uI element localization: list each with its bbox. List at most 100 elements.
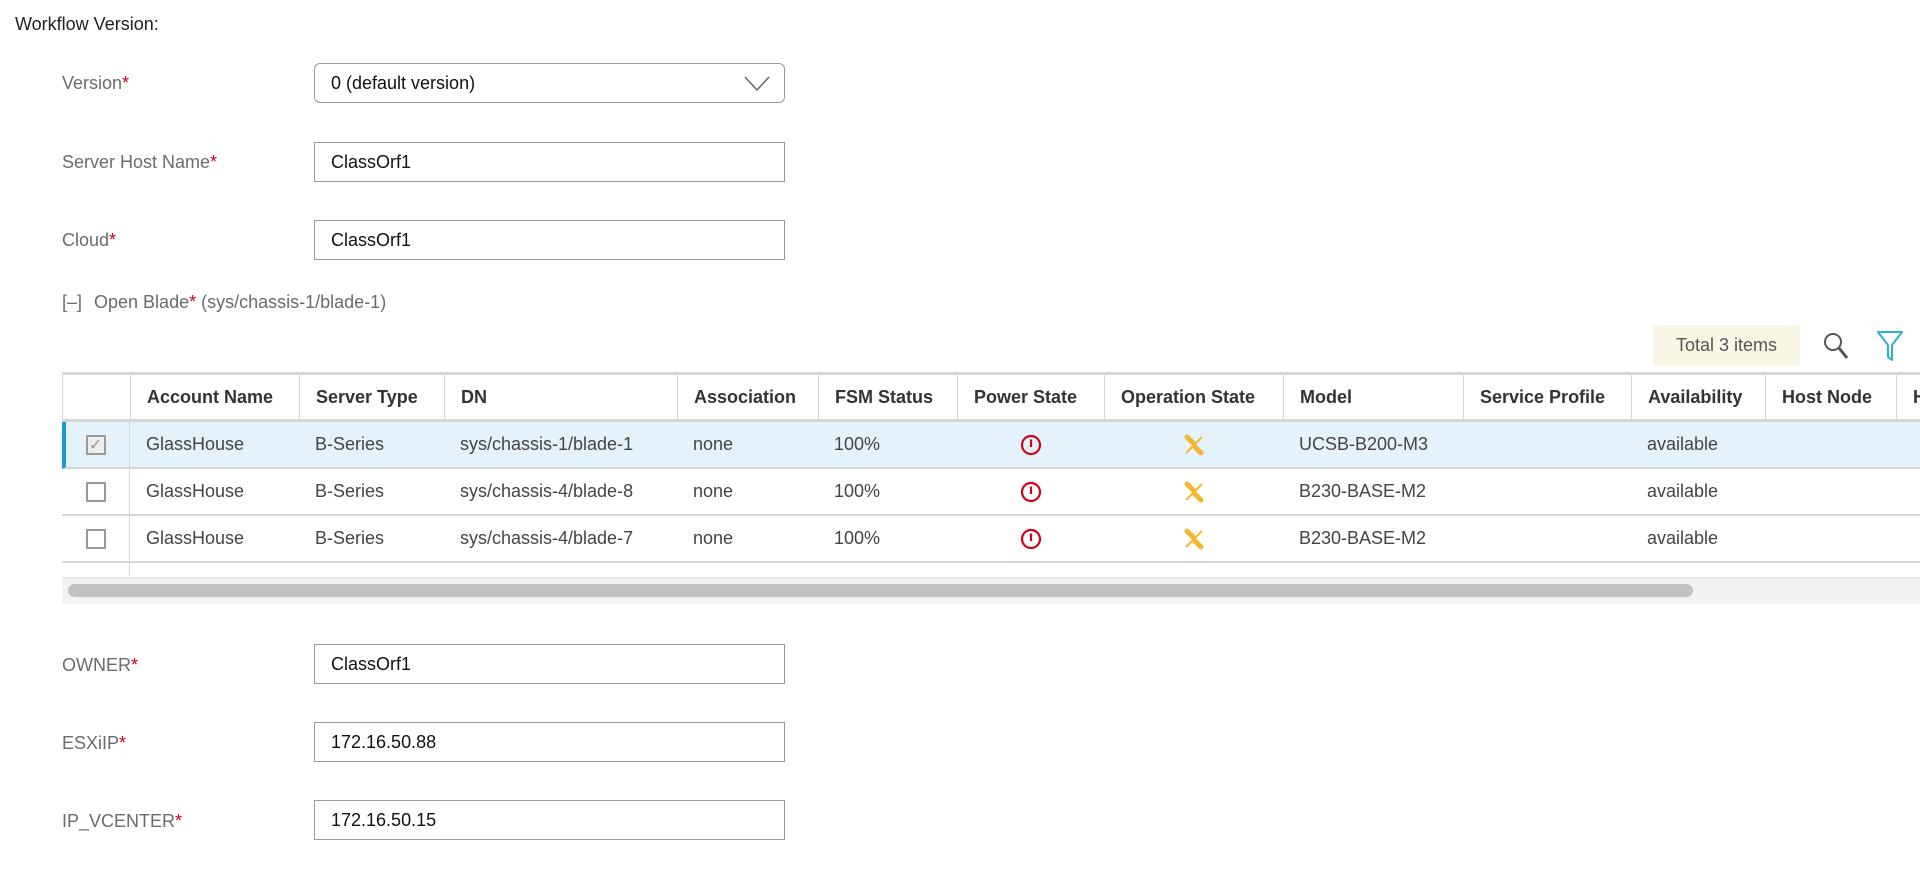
required-mark: * (175, 811, 183, 831)
table-header: Account Name Server Type DN Association FSM … (62, 372, 1920, 422)
label-text: ESXiIP (62, 733, 120, 753)
column-header[interactable]: H (1896, 375, 1920, 419)
ip-vcenter-label: IP_VCENTER* (62, 811, 182, 832)
row-checkbox[interactable]: ✓ (85, 434, 106, 455)
power-off-icon (1020, 481, 1041, 502)
label-text: Open Blade (94, 292, 190, 312)
column-header[interactable]: FSM Status (818, 375, 957, 419)
required-mark: * (210, 152, 218, 172)
esxiip-input[interactable]: 172.16.50.88 (314, 722, 785, 762)
label-text: IP_VCENTER (62, 811, 176, 831)
column-header[interactable]: Operation State (1104, 375, 1283, 419)
power-state-cell (957, 422, 1104, 467)
header-select-cell (62, 375, 130, 419)
host-cell (1765, 469, 1896, 514)
unassociated-icon (1184, 434, 1203, 455)
power-state-cell (957, 469, 1104, 514)
column-header[interactable]: Model (1283, 375, 1463, 419)
cloud-label: Cloud* (62, 230, 116, 251)
divider (129, 563, 130, 575)
row-select-cell (62, 469, 130, 514)
table-row[interactable]: ✓ GlassHouse B-Series sys/chassis-1/blade-1… (62, 422, 1920, 469)
section-title: Workflow Version: (15, 14, 159, 34)
dn-cell: sys/chassis-4/blade-8 (460, 481, 634, 501)
version-select[interactable]: 0 (default version) (314, 63, 785, 103)
esxiip-label: ESXiIP* (62, 733, 126, 754)
power-off-icon (1020, 528, 1041, 549)
required-mark: * (122, 73, 130, 93)
filter-icon[interactable] (1876, 330, 1904, 362)
column-header[interactable]: Service Profile (1463, 375, 1631, 419)
dn-cell: sys/chassis-4/blade-7 (460, 528, 634, 548)
row-select-cell: ✓ (62, 422, 130, 467)
model-cell: B230-BASE-M2 (1299, 528, 1427, 548)
search-icon[interactable] (1822, 331, 1850, 361)
assoc-cell: none (693, 434, 734, 454)
profile-cell (1463, 422, 1631, 467)
table-row[interactable]: GlassHouse B-Series sys/chassis-4/blade-7 n… (62, 516, 1920, 563)
row-checkbox[interactable] (85, 481, 106, 502)
assoc-cell: none (693, 481, 734, 501)
host-cell (1765, 516, 1896, 561)
type-cell: B-Series (315, 528, 385, 548)
label-text: OWNER (62, 655, 131, 675)
account-cell: GlassHouse (146, 434, 245, 454)
unassociated-icon (1184, 481, 1203, 502)
ip-vcenter-input[interactable]: 172.16.50.15 (314, 800, 785, 840)
fsm-cell: 100% (834, 481, 881, 501)
label-text: Cloud (62, 230, 110, 250)
server-host-name-label: Server Host Name* (62, 152, 217, 173)
host-cell (1765, 422, 1896, 467)
version-value: 0 (default version) (331, 73, 476, 93)
assoc-cell: none (693, 528, 734, 548)
avail-cell: available (1647, 481, 1719, 501)
table-row[interactable]: GlassHouse B-Series sys/chassis-4/blade-8 n… (62, 469, 1920, 516)
horizontal-scrollbar[interactable] (62, 577, 1920, 604)
model-cell: B230-BASE-M2 (1299, 481, 1427, 501)
operation-state-cell (1104, 422, 1283, 467)
version-label: Version* (62, 73, 129, 94)
open-blade-selection: (sys/chassis-1/blade-1) (201, 292, 387, 312)
row-select-cell (62, 516, 130, 561)
profile-cell (1463, 469, 1631, 514)
profile-cell (1463, 516, 1631, 561)
unassociated-icon (1184, 528, 1203, 549)
required-mark: * (119, 733, 127, 753)
model-cell: UCSB-B200-M3 (1299, 434, 1429, 454)
collapse-toggle[interactable]: [–] (62, 292, 82, 312)
owner-input[interactable]: ClassOrf1 (314, 644, 785, 684)
power-off-icon (1020, 434, 1041, 455)
avail-cell: available (1647, 434, 1719, 454)
account-cell: GlassHouse (146, 481, 245, 501)
column-header[interactable]: DN (444, 375, 677, 419)
label-text: Server Host Name (62, 152, 211, 172)
type-cell: B-Series (315, 434, 385, 454)
fsm-cell: 100% (834, 528, 881, 548)
column-header[interactable]: Association (677, 375, 818, 419)
avail-cell: available (1647, 528, 1719, 548)
row-checkbox[interactable] (85, 528, 106, 549)
operation-state-cell (1104, 516, 1283, 561)
column-header[interactable]: Availability (1631, 375, 1765, 419)
column-header[interactable]: Account Name (130, 375, 299, 419)
fsm-cell: 100% (834, 434, 881, 454)
label-text: Version (62, 73, 123, 93)
operation-state-cell (1104, 469, 1283, 514)
account-cell: GlassHouse (146, 528, 245, 548)
column-header[interactable]: Server Type (299, 375, 444, 419)
cloud-input[interactable]: ClassOrf1 (314, 220, 785, 260)
open-blade-header: [–] Open Blade* (sys/chassis-1/blade-1) (62, 292, 386, 313)
server-host-name-input[interactable]: ClassOrf1 (314, 142, 785, 182)
column-header[interactable]: Host Node (1765, 375, 1896, 419)
total-items-badge: Total 3 items (1653, 325, 1800, 366)
required-mark: * (131, 655, 139, 675)
chevron-down-icon (744, 76, 770, 92)
required-mark: * (109, 230, 117, 250)
required-mark: * (189, 292, 197, 312)
type-cell: B-Series (315, 481, 385, 501)
owner-label: OWNER* (62, 655, 138, 676)
dn-cell: sys/chassis-1/blade-1 (460, 434, 634, 454)
scrollbar-thumb[interactable] (68, 584, 1693, 597)
power-state-cell (957, 516, 1104, 561)
column-header[interactable]: Power State (957, 375, 1104, 419)
